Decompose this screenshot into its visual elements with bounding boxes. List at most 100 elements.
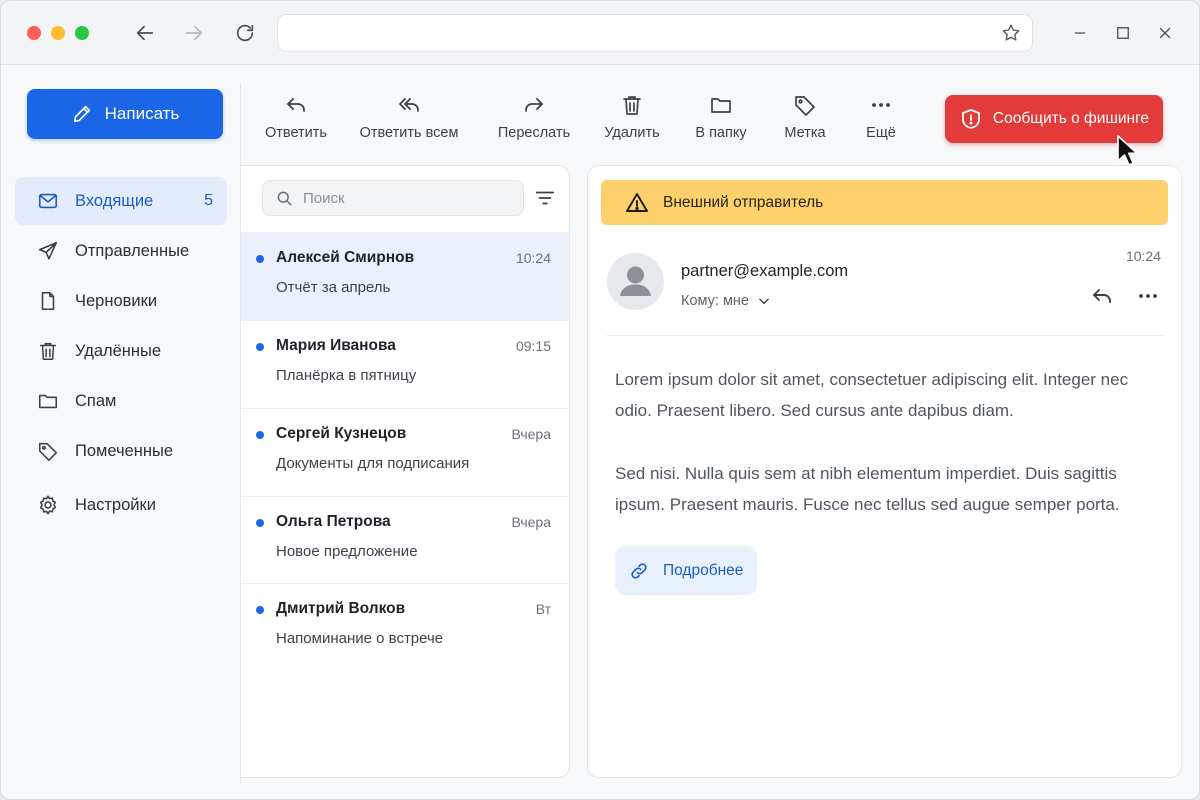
sidebar-item-settings[interactable]: Настройки bbox=[15, 481, 227, 529]
reply-icon bbox=[287, 98, 305, 112]
message-list-panel: Поиск Алексей Смирнов 10:24 Отчёт за апр… bbox=[241, 165, 570, 778]
sidebar-item-label: Отправленные bbox=[75, 241, 190, 260]
browser-window: Написать Входящие 5 Отправленные Чернови… bbox=[0, 0, 1200, 800]
sidebar-item-label: Спам bbox=[75, 391, 117, 410]
user-icon bbox=[620, 266, 651, 296]
read-more-label: Подробнее bbox=[663, 561, 744, 579]
message-subject: Новое предложение bbox=[276, 543, 418, 560]
sidebar-item-spam[interactable]: Спам bbox=[15, 377, 227, 425]
mail-icon bbox=[37, 190, 59, 212]
warning-icon bbox=[626, 192, 648, 212]
move-label: В папку bbox=[695, 125, 747, 141]
bookmark-star-icon[interactable] bbox=[1000, 22, 1022, 44]
trash-icon bbox=[37, 340, 59, 362]
reply-icon[interactable] bbox=[1089, 284, 1115, 308]
header-divider bbox=[607, 335, 1163, 336]
sidebar-item-trash[interactable]: Удалённые bbox=[15, 327, 227, 375]
message-subject: Документы для подписания bbox=[276, 455, 470, 472]
minimize-window-button[interactable] bbox=[51, 26, 65, 40]
more-actions-button[interactable]: Ещё bbox=[863, 93, 899, 149]
tag-button[interactable]: Метка bbox=[782, 93, 828, 149]
tag-icon bbox=[37, 440, 59, 462]
more-horizontal-icon bbox=[872, 103, 890, 107]
close-window-button[interactable] bbox=[27, 26, 41, 40]
folder-icon bbox=[37, 390, 59, 412]
unread-count-badge: 5 bbox=[204, 192, 213, 209]
maximize-button[interactable] bbox=[1111, 21, 1135, 45]
reply-all-label: Ответить всем bbox=[359, 125, 459, 141]
sidebar-item-label: Удалённые bbox=[75, 341, 162, 360]
link-icon bbox=[631, 562, 647, 579]
report-phishing-label: Сообщить о фишинге bbox=[992, 110, 1150, 127]
sidebar-item-drafts[interactable]: Черновики bbox=[15, 277, 227, 325]
compose-button[interactable]: Написать bbox=[27, 89, 223, 139]
message-time: Вт bbox=[535, 601, 551, 617]
message-row[interactable]: Сергей Кузнецов Вчера Документы для подп… bbox=[241, 408, 569, 496]
send-icon bbox=[37, 240, 59, 262]
mouse-cursor-icon bbox=[1117, 135, 1138, 166]
trash-icon bbox=[623, 96, 641, 115]
banner-text: Внешний отправитель bbox=[663, 193, 824, 211]
sidebar-item-flagged[interactable]: Помеченные bbox=[15, 427, 227, 475]
message-sender: Мария Иванова bbox=[276, 337, 396, 354]
chevron-down-icon bbox=[759, 298, 769, 305]
forward-button[interactable]: Переслать bbox=[497, 93, 571, 149]
compose-label: Написать bbox=[104, 104, 180, 123]
forward-nav-button[interactable] bbox=[180, 19, 208, 47]
recipient-label: Кому: мне bbox=[681, 293, 749, 309]
message-body-paragraph: Lorem ipsum dolor sit amet, consectetuer… bbox=[615, 370, 1129, 420]
minimize-button[interactable] bbox=[1068, 21, 1092, 45]
folder-icon bbox=[711, 98, 731, 113]
read-more-button[interactable]: Подробнее bbox=[615, 546, 757, 595]
arrow-right-icon bbox=[185, 25, 203, 41]
reply-label: Ответить bbox=[265, 125, 327, 141]
message-row[interactable]: Ольга Петрова Вчера Новое предложение bbox=[241, 496, 569, 584]
message-subject: Отчёт за апрель bbox=[276, 279, 391, 296]
arrow-left-icon bbox=[136, 25, 154, 41]
more-label: Ещё bbox=[866, 125, 896, 141]
back-button[interactable] bbox=[131, 19, 159, 47]
move-to-folder-button[interactable]: В папку bbox=[693, 93, 749, 149]
search-icon bbox=[277, 191, 292, 206]
delete-label: Удалить bbox=[604, 125, 660, 141]
message-sender: Ольга Петрова bbox=[276, 513, 391, 530]
forward-icon bbox=[525, 98, 543, 112]
message-time: Вчера bbox=[511, 426, 551, 442]
reply-all-icon bbox=[399, 98, 419, 112]
message-row[interactable]: Мария Иванова 09:15 Планёрка в пятницу bbox=[241, 320, 569, 408]
close-button[interactable] bbox=[1153, 21, 1177, 45]
delete-button[interactable]: Удалить bbox=[602, 93, 662, 149]
message-sender: Дмитрий Волков bbox=[276, 600, 406, 617]
sidebar-item-sent[interactable]: Отправленные bbox=[15, 227, 227, 275]
maximize-window-button[interactable] bbox=[75, 26, 89, 40]
message-subject: Планёрка в пятницу bbox=[276, 367, 417, 384]
tag-label: Метка bbox=[784, 125, 826, 141]
message-subject: Напоминание о встрече bbox=[276, 630, 444, 647]
sidebar-item-inbox[interactable]: Входящие 5 bbox=[15, 177, 227, 225]
message-body-paragraph: Sed nisi. Nulla quis sem at nibh element… bbox=[615, 464, 1120, 514]
reading-pane: Внешний отправитель partner@example.com … bbox=[587, 165, 1182, 778]
recipient-toggle[interactable]: Кому: мне bbox=[681, 293, 771, 309]
browser-chrome bbox=[1, 1, 1199, 65]
pencil-icon bbox=[73, 105, 90, 123]
maximize-icon bbox=[1117, 27, 1129, 39]
draft-icon bbox=[37, 290, 59, 312]
sidebar-item-label: Входящие bbox=[75, 191, 154, 210]
message-row[interactable]: Алексей Смирнов 10:24 Отчёт за апрель bbox=[241, 232, 569, 320]
filter-icon[interactable] bbox=[534, 187, 556, 209]
message-row[interactable]: Дмитрий Волков Вт Напоминание о встрече bbox=[241, 583, 569, 671]
sidebar-item-label: Настройки bbox=[75, 495, 156, 514]
message-time: Вчера bbox=[511, 514, 551, 530]
message-sender: Сергей Кузнецов bbox=[276, 425, 407, 442]
address-bar[interactable] bbox=[277, 14, 1033, 52]
unread-dot bbox=[256, 255, 264, 263]
gear-icon bbox=[37, 494, 59, 516]
reply-button[interactable]: Ответить bbox=[263, 93, 329, 149]
shield-alert-icon bbox=[962, 109, 980, 129]
sender-email: partner@example.com bbox=[681, 262, 849, 280]
reload-button[interactable] bbox=[231, 19, 259, 47]
forward-label: Переслать bbox=[497, 125, 571, 141]
more-horizontal-icon[interactable] bbox=[1135, 284, 1161, 308]
search-input[interactable]: Поиск bbox=[262, 180, 524, 216]
reply-all-button[interactable]: Ответить всем bbox=[357, 93, 461, 149]
